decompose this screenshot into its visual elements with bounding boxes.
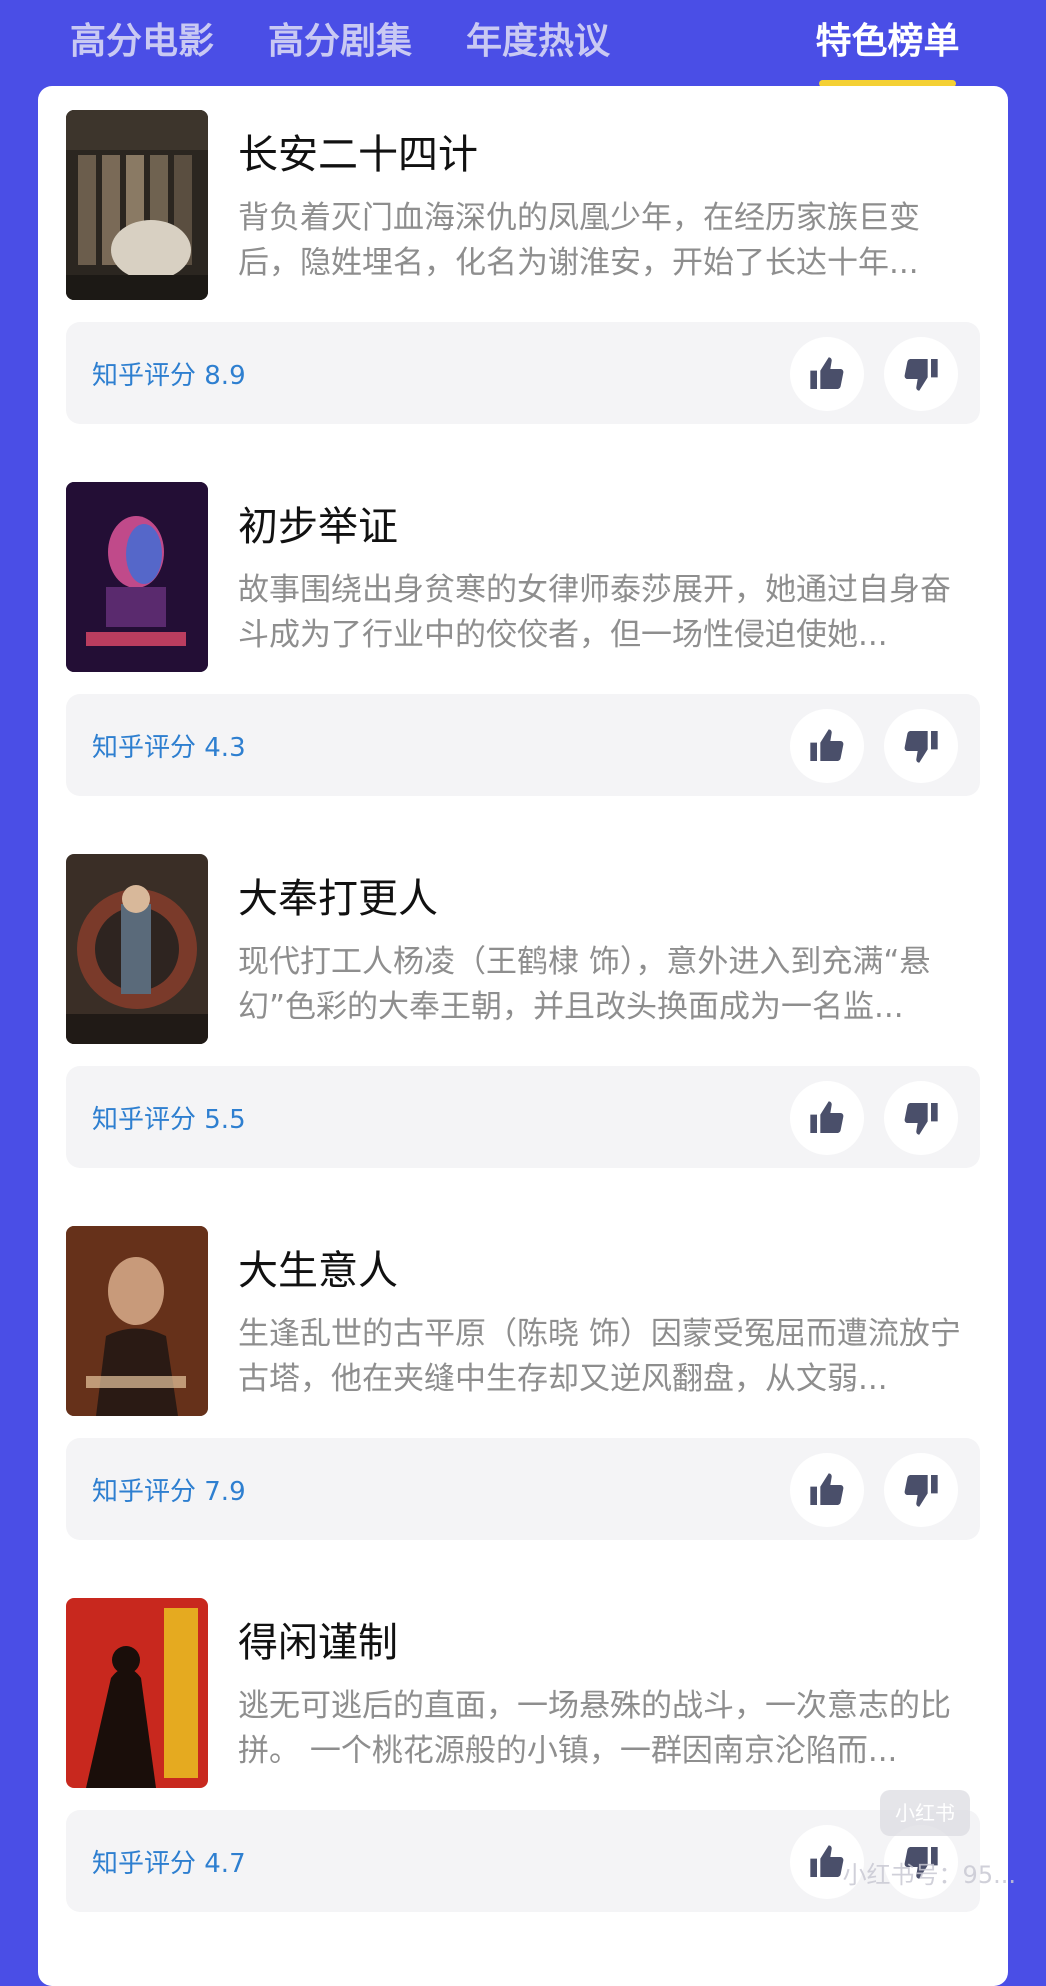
like-button[interactable]	[790, 337, 864, 411]
item-title[interactable]: 长安二十四计	[238, 122, 478, 180]
list-item[interactable]: 长安二十四计 背负着灭门血海深仇的凤凰少年，在经历家族巨变后，隐姓埋名，化名为谢…	[38, 86, 1008, 458]
item-title[interactable]: 大奉打更人	[238, 866, 438, 924]
poster-image[interactable]	[66, 110, 208, 300]
thumbs-down-icon	[904, 1103, 938, 1135]
ranking-list: 长安二十四计 背负着灭门血海深仇的凤凰少年，在经历家族巨变后，隐姓埋名，化名为谢…	[38, 86, 1008, 1986]
rating-bar: 知乎评分 5.5	[66, 1066, 980, 1168]
rating-label: 知乎评分 5.5	[92, 1105, 246, 1135]
list-item[interactable]: 大生意人 生逢乱世的古平原（陈晓 饰）因蒙受冤屈而遭流放宁古塔，他在夹缝中生存却…	[38, 1202, 1008, 1574]
tab-high-score-movies[interactable]: 高分电影	[70, 14, 214, 70]
poster-image[interactable]	[66, 1226, 208, 1416]
item-description: 生逢乱世的古平原（陈晓 饰）因蒙受冤屈而遭流放宁古塔，他在夹缝中生存却又逆风翻盘…	[238, 1316, 961, 1397]
watermark-logo: 小红书	[880, 1790, 970, 1836]
poster-image[interactable]	[66, 854, 208, 1044]
thumbs-down-icon	[904, 1475, 938, 1507]
item-description: 现代打工人杨凌（王鹤棣 饰），意外进入到充满“悬幻”色彩的大奉王朝，并且改头换面…	[238, 944, 931, 1025]
thumbs-down-icon	[904, 731, 938, 763]
list-item[interactable]: 大奉打更人 现代打工人杨凌（王鹤棣 饰），意外进入到充满“悬幻”色彩的大奉王朝，…	[38, 830, 1008, 1202]
rating-label: 知乎评分 4.3	[92, 733, 246, 763]
like-button[interactable]	[790, 709, 864, 783]
thumbs-up-icon	[810, 357, 844, 389]
like-button[interactable]	[790, 1081, 864, 1155]
tab-featured-lists[interactable]: 特色榜单	[815, 14, 960, 70]
tab-bar: 高分电影 高分剧集 年度热议 特色榜单	[0, 0, 1046, 90]
thumbs-up-icon	[810, 1473, 844, 1505]
poster-image[interactable]	[66, 1598, 208, 1788]
thumbs-down-icon	[904, 359, 938, 391]
tab-annual-hot-topics[interactable]: 年度热议	[466, 14, 610, 70]
item-title[interactable]: 大生意人	[238, 1238, 398, 1296]
rating-bar: 知乎评分 4.3	[66, 694, 980, 796]
watermark-text: 小红书号：95...	[842, 1861, 1016, 1889]
item-title[interactable]: 得闲谨制	[238, 1610, 398, 1668]
item-description: 故事围绕出身贫寒的女律师泰莎展开，她通过自身奋斗成为了行业中的佼佼者，但一场性侵…	[238, 572, 951, 653]
dislike-button[interactable]	[884, 1081, 958, 1155]
item-description: 逃无可逃后的直面，一场悬殊的战斗，一次意志的比拼。 一个桃花源般的小镇，一群因南…	[238, 1688, 951, 1769]
item-description: 背负着灭门血海深仇的凤凰少年，在经历家族巨变后，隐姓埋名，化名为谢淮安，开始了长…	[238, 200, 920, 281]
list-item[interactable]: 初步举证 故事围绕出身贫寒的女律师泰莎展开，她通过自身奋斗成为了行业中的佼佼者，…	[38, 458, 1008, 830]
thumbs-up-icon	[810, 729, 844, 761]
thumbs-up-icon	[810, 1845, 844, 1877]
rating-label: 知乎评分 8.9	[92, 361, 246, 391]
rating-label: 知乎评分 7.9	[92, 1477, 246, 1507]
dislike-button[interactable]	[884, 709, 958, 783]
tab-high-score-series[interactable]: 高分剧集	[268, 14, 412, 70]
like-button[interactable]	[790, 1453, 864, 1527]
poster-image[interactable]	[66, 482, 208, 672]
dislike-button[interactable]	[884, 1453, 958, 1527]
item-title[interactable]: 初步举证	[238, 494, 398, 552]
rating-label: 知乎评分 4.7	[92, 1849, 246, 1879]
dislike-button[interactable]	[884, 337, 958, 411]
list-item[interactable]: 得闲谨制 逃无可逃后的直面，一场悬殊的战斗，一次意志的比拼。 一个桃花源般的小镇…	[38, 1574, 1008, 1946]
rating-bar: 知乎评分 8.9	[66, 322, 980, 424]
rating-bar: 知乎评分 7.9	[66, 1438, 980, 1540]
thumbs-up-icon	[810, 1101, 844, 1133]
